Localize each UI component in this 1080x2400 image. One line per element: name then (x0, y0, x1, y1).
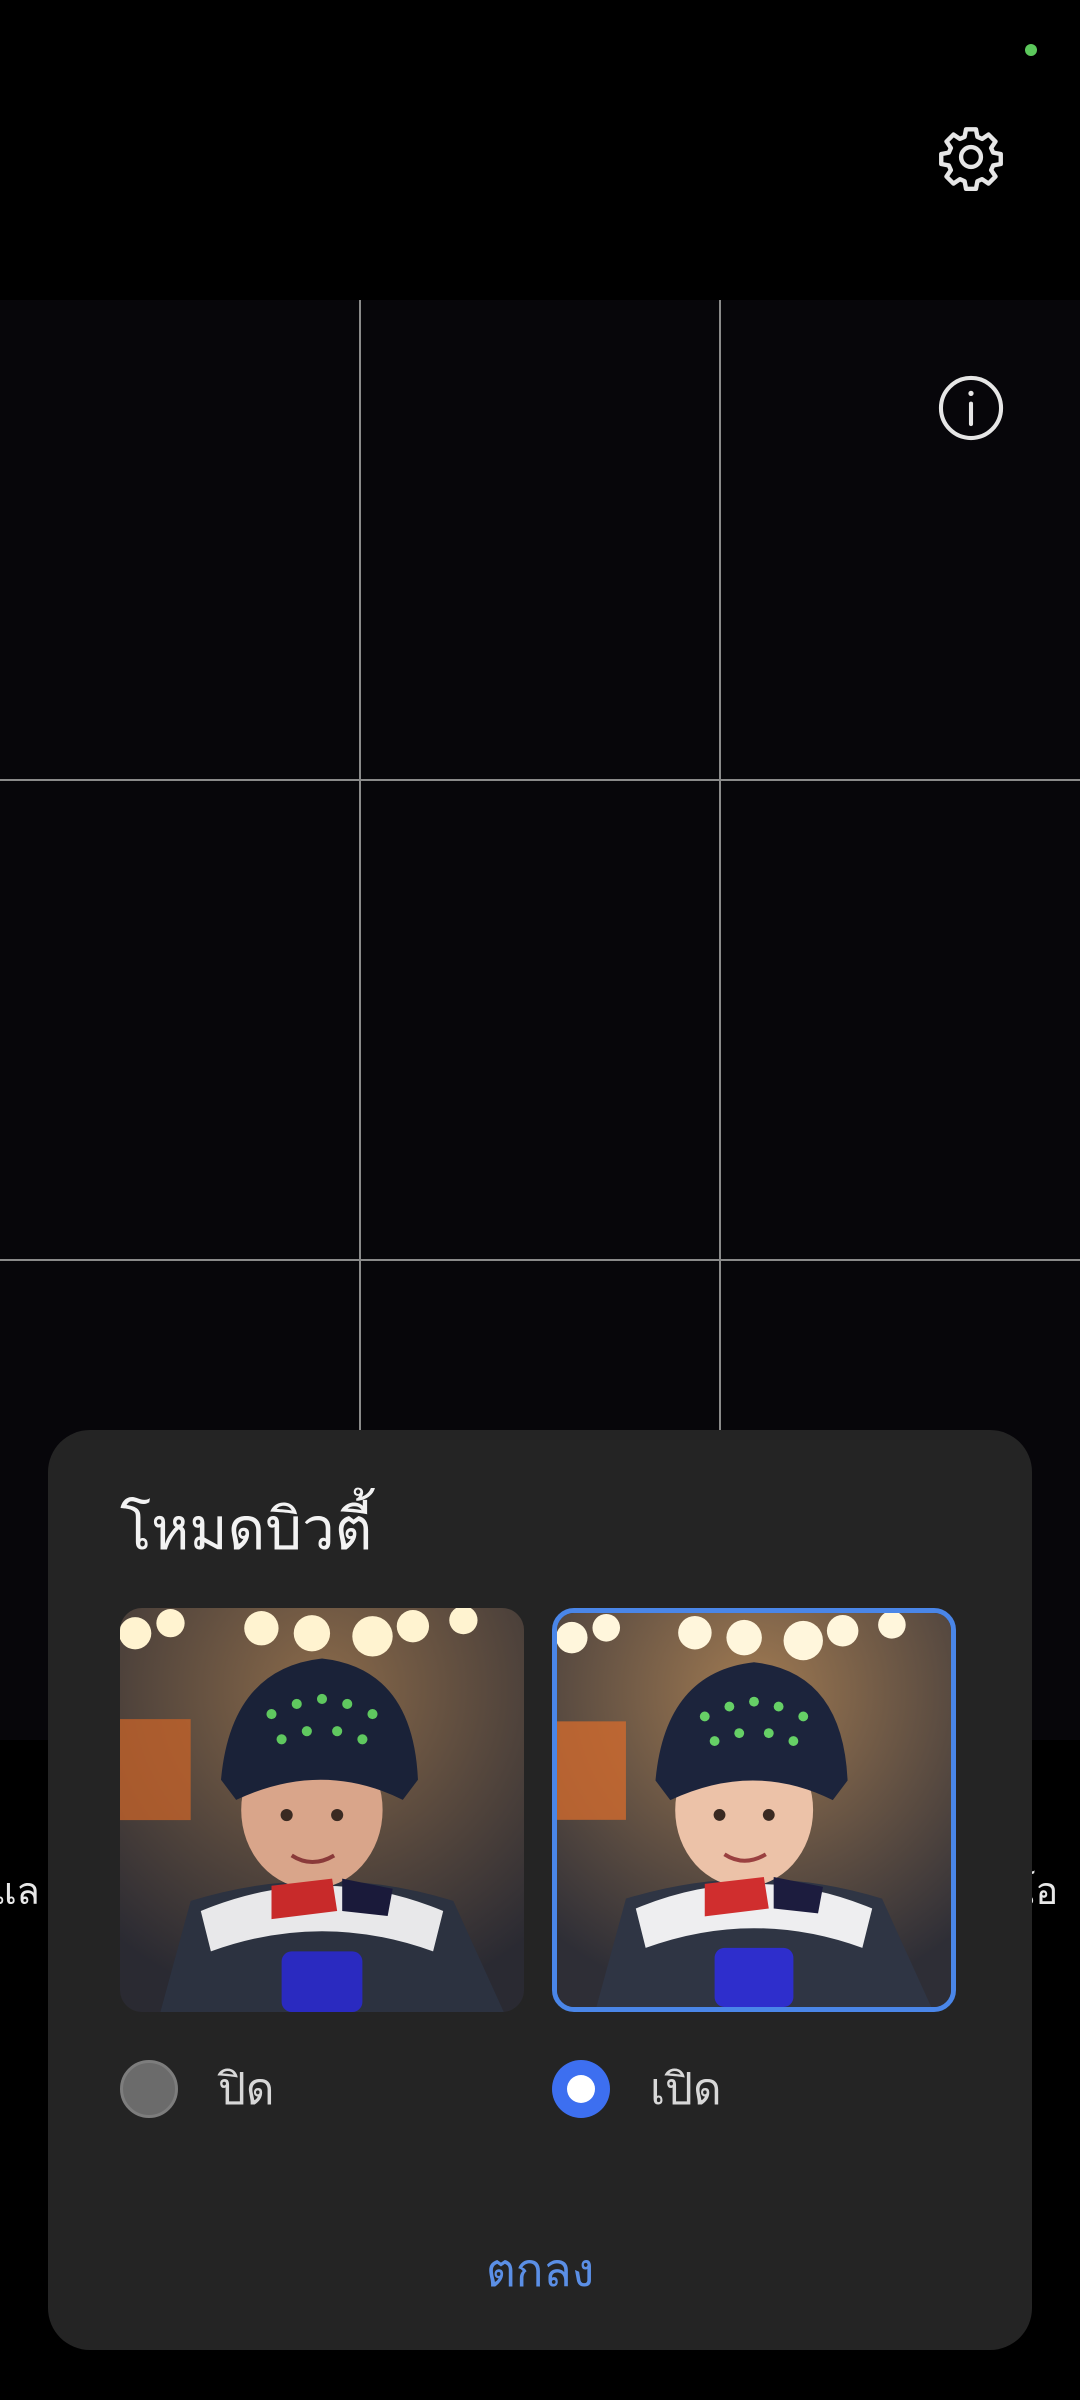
option-on-label: เปิด (650, 2064, 722, 2115)
option-on[interactable]: เปิด (552, 2058, 722, 2120)
camera-screen: ูแล โอ โหมดบิวตี้ ปิด เปิด ตกลง (0, 0, 1080, 2400)
info-icon (938, 375, 1004, 441)
preview-beauty-on[interactable] (552, 1608, 956, 2012)
grid-line (0, 779, 1080, 781)
privacy-indicator-dot (1025, 44, 1037, 56)
dialog-title: โหมดบิวตี้ (120, 1495, 373, 1563)
preview-beauty-off[interactable] (120, 1608, 524, 2012)
info-button[interactable] (935, 372, 1007, 444)
radio-on[interactable] (552, 2060, 610, 2118)
mode-label-partial-left[interactable]: ูแล (0, 1860, 40, 1921)
radio-off[interactable] (120, 2060, 178, 2118)
settings-button[interactable] (930, 116, 1012, 198)
boy-portrait-image (557, 1613, 951, 2007)
ok-button[interactable]: ตกลง (440, 2230, 640, 2310)
boy-portrait-image (120, 1608, 524, 2012)
option-off-label: ปิด (218, 2064, 275, 2115)
gear-icon (939, 127, 1003, 191)
beauty-mode-dialog: โหมดบิวตี้ ปิด เปิด ตกลง (48, 1430, 1032, 2350)
option-off[interactable]: ปิด (120, 2058, 275, 2120)
grid-line (0, 1259, 1080, 1261)
